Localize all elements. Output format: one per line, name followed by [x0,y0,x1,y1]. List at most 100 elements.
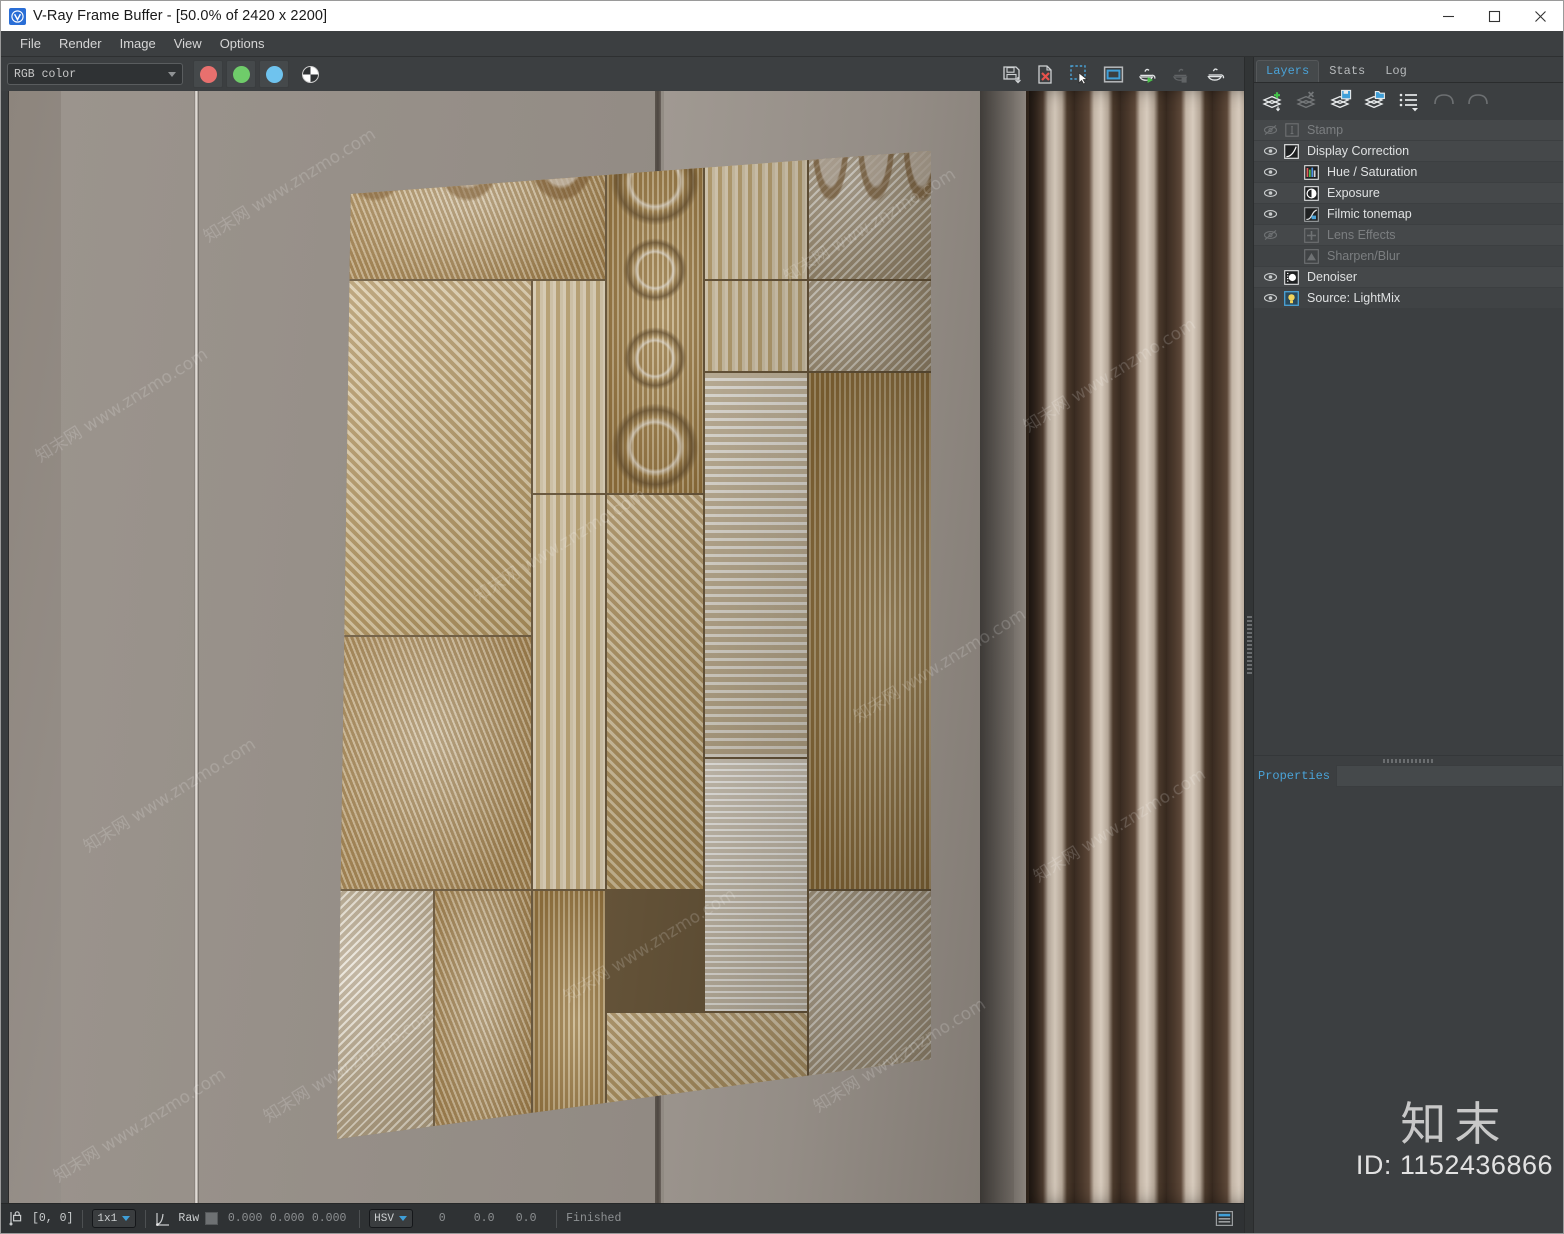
vray-logo-icon [9,7,26,25]
image-viewport[interactable]: 知末网 www.znzmo.com 知末网 www.znzmo.com 知末网 … [1,91,1244,1203]
visibility-on-icon[interactable] [1260,145,1280,157]
menu-render[interactable]: Render [50,33,111,54]
curve-icon[interactable] [155,1211,171,1227]
visibility-on-icon[interactable] [1260,292,1280,304]
filmic-tonemap-icon [1302,206,1321,222]
red-dot-icon [199,65,217,83]
lightmix-icon [1282,290,1301,306]
tile-oval-carving [533,891,605,1139]
denoiser-icon [1282,269,1301,285]
add-layer-button[interactable] [1258,86,1290,116]
channel-select[interactable]: RGB color [7,63,183,85]
save-image-button[interactable] [996,60,1026,88]
hsv-value-s: 0.0 [473,1212,495,1225]
art-panel-tiles [337,151,931,1139]
hue-saturation-icon [1302,164,1321,180]
visibility-on-icon[interactable] [1260,187,1280,199]
layer-row-exposure[interactable]: Exposure [1254,183,1563,203]
viewport-left-gutter [1,91,9,1203]
layer-label: Exposure [1327,186,1380,200]
layer-row-source-lightmix[interactable]: Source: LightMix [1254,288,1563,308]
divider [556,1209,558,1228]
layer-row-lens-effects[interactable]: Lens Effects [1254,225,1563,245]
layer-row-stamp[interactable]: Stamp [1254,120,1563,140]
redo-button[interactable] [1462,86,1494,116]
save-layers-button[interactable] [1326,86,1358,116]
close-button[interactable] [1517,1,1563,31]
zoom-level-select[interactable]: 1x1 [92,1209,137,1228]
panel-splitter[interactable] [1244,57,1254,1233]
follow-mouse-button[interactable] [1098,60,1128,88]
layer-row-sharpen-blur[interactable]: Sharpen/Blur [1254,246,1563,266]
properties-body: 知末 ID: 1152436866 [1254,787,1563,1233]
image-toolbar-right [996,60,1238,88]
render-canvas[interactable]: 知末网 www.znzmo.com 知末网 www.znzmo.com 知末网 … [9,91,1244,1203]
menu-file[interactable]: File [11,33,50,54]
delete-layer-button[interactable] [1292,86,1324,116]
chevron-down-icon [168,71,176,77]
layer-label: Stamp [1307,123,1344,137]
load-layers-button[interactable] [1360,86,1392,116]
vray-frame-buffer-window: V-Ray Frame Buffer - [50.0% of 2420 x 22… [0,0,1564,1234]
layer-label: Source: LightMix [1307,291,1401,305]
raw-label: Raw [178,1212,200,1225]
undo-button[interactable] [1428,86,1460,116]
divider [145,1209,147,1228]
menu-options[interactable]: Options [211,33,274,54]
exposure-icon [1302,185,1321,201]
layer-row-filmic-tonemap[interactable]: Filmic tonemap [1254,204,1563,224]
visibility-off-icon[interactable] [1260,124,1280,136]
tab-log[interactable]: Log [1375,60,1417,82]
minimize-button[interactable] [1425,1,1471,31]
tile-leaf-carving [337,891,433,1139]
tile-ridged-planks-2 [533,495,605,889]
cursor-coordinates: [0, 0] [32,1212,74,1225]
maximize-button[interactable] [1471,1,1517,31]
layer-row-denoiser[interactable]: Denoiser [1254,267,1563,287]
tab-layers[interactable]: Layers [1256,60,1320,82]
tab-stats[interactable]: Stats [1319,60,1375,82]
region-render-button[interactable] [1064,60,1094,88]
layer-label: Denoiser [1307,270,1358,284]
stop-render-button[interactable] [1166,60,1196,88]
carved-wood-art-panel [337,151,931,1139]
brand-watermark-id: ID: 1152436866 [1355,1150,1553,1180]
status-bar: [0, 0] 1x1 Raw 0.000 0.000 0.000 HSV 0 0… [1,1203,1244,1233]
clear-image-button[interactable] [1030,60,1060,88]
tile-carved-arches-right [809,151,931,279]
color-mode-select[interactable]: HSV [369,1209,414,1228]
brand-watermark-text: 知末 [1400,1096,1509,1151]
visibility-on-icon[interactable] [1260,271,1280,283]
properties-splitter[interactable] [1254,755,1563,765]
visibility-off-icon[interactable] [1260,229,1280,241]
slat-shadow [980,91,1026,1203]
layer-row-hue-saturation[interactable]: Hue / Saturation [1254,162,1563,182]
properties-splitter-grip [1382,758,1435,763]
title-bar: V-Ray Frame Buffer - [50.0% of 2420 x 22… [1,1,1563,31]
tile-ridged-planks [533,281,605,493]
alpha-channel-button[interactable] [295,60,325,88]
channel-select-value: RGB color [14,67,77,81]
stamp-icon [1282,122,1301,138]
raw-value-b: 0.000 [311,1212,347,1225]
blue-dot-icon [265,65,283,83]
menu-view[interactable]: View [165,33,211,54]
divider [359,1209,361,1228]
layer-list: Stamp Display Correction Hue / Saturatio… [1254,119,1563,309]
visibility-on-icon[interactable] [1260,166,1280,178]
main-body: RGB color [0, 0] 1x1 Raw 0.000 0.000 0.0… [1,57,1563,1233]
visibility-on-icon[interactable] [1260,208,1280,220]
layer-row-display-correction[interactable]: Display Correction [1254,141,1563,161]
menu-image[interactable]: Image [111,33,165,54]
status-bar-right [1215,1209,1238,1228]
start-render-button[interactable] [1132,60,1162,88]
green-channel-button[interactable] [226,60,256,88]
blue-channel-button[interactable] [259,60,289,88]
channel-buttons [193,60,289,88]
layer-label: Display Correction [1307,144,1410,158]
red-channel-button[interactable] [193,60,223,88]
layer-presets-button[interactable] [1394,86,1426,116]
render-last-button[interactable] [1200,60,1230,88]
panel-toggle-icon[interactable] [1215,1209,1234,1228]
pixel-lock-icon[interactable] [7,1210,24,1227]
